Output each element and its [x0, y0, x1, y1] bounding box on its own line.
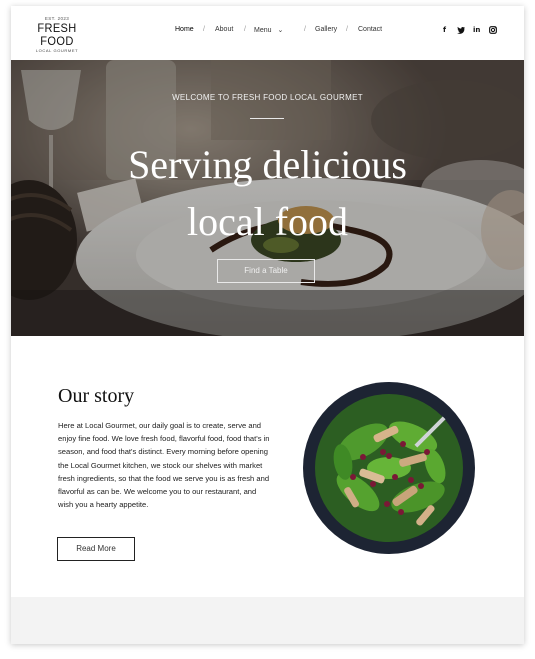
nav-separator: / — [244, 26, 246, 33]
twitter-icon[interactable] — [457, 26, 465, 34]
site-header: EST. 2023 FRESH FOOD LOCAL GOURMET Home … — [11, 6, 524, 60]
site-logo[interactable]: EST. 2023 FRESH FOOD LOCAL GOURMET — [22, 16, 92, 54]
logo-name: FRESH FOOD — [37, 21, 77, 48]
hero-divider — [250, 118, 284, 119]
nav-item-about[interactable]: About — [215, 26, 233, 33]
hero-headline: Serving delicious local food — [11, 136, 524, 250]
nav-item-gallery[interactable]: Gallery — [315, 26, 337, 33]
story-body: Here at Local Gourmet, our daily goal is… — [58, 421, 270, 510]
instagram-icon[interactable] — [489, 26, 497, 34]
salad-bowl-image — [303, 382, 475, 554]
hero-headline-line2: local food — [186, 199, 349, 244]
nav-separator: / — [203, 26, 205, 33]
nav-item-menu-label: Menu — [254, 27, 272, 34]
nav-item-home[interactable]: Home — [175, 26, 194, 33]
website-page: EST. 2023 FRESH FOOD LOCAL GOURMET Home … — [11, 6, 524, 644]
footer-band — [11, 597, 524, 644]
nav-separator: / — [304, 26, 306, 33]
hero-welcome-text: WELCOME TO FRESH FOOD LOCAL GOURMET — [172, 93, 363, 102]
read-more-button[interactable]: Read More — [57, 537, 135, 561]
nav-separator: / — [346, 26, 348, 33]
nav-item-menu[interactable]: Menu ⌄ — [254, 26, 283, 34]
logo-sub: LOCAL GOURMET — [35, 48, 79, 53]
hero-section: WELCOME TO FRESH FOOD LOCAL GOURMET Serv… — [11, 60, 524, 336]
hero-headline-line1: Serving delicious — [128, 142, 407, 187]
linkedin-icon[interactable]: in — [473, 26, 480, 34]
find-table-button[interactable]: Find a Table — [217, 259, 315, 283]
facebook-icon[interactable]: f — [443, 26, 446, 34]
story-title: Our story — [58, 385, 135, 407]
nav-item-contact[interactable]: Contact — [358, 26, 382, 33]
chevron-down-icon: ⌄ — [277, 27, 284, 34]
